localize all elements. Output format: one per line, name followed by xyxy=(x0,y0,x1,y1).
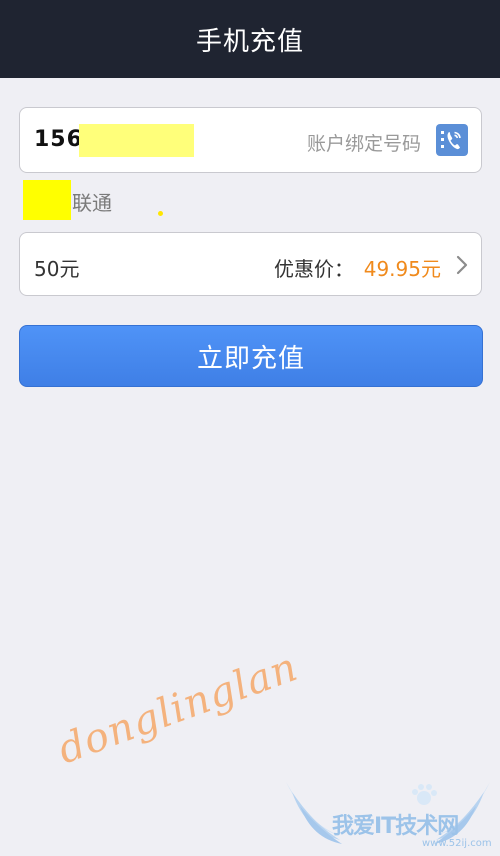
chevron-right-icon xyxy=(456,255,468,275)
carrier-province-redaction xyxy=(23,180,71,220)
signature-watermark: donglinglan xyxy=(52,644,304,774)
amount-selector[interactable]: 50元 优惠价： 49.95元 xyxy=(19,232,482,296)
redaction-dot xyxy=(158,211,163,216)
site-watermark-domain: www.52ij.com xyxy=(422,838,492,849)
phone-input-card[interactable]: 156 账户绑定号码 xyxy=(19,107,482,173)
site-watermark: 我爱IT技术网 www.52ij.com xyxy=(282,776,494,856)
recharge-amount: 50元 xyxy=(34,257,80,281)
recharge-now-button[interactable]: 立即充值 xyxy=(19,325,483,387)
bound-number-hint: 账户绑定号码 xyxy=(306,133,421,155)
phone-number-redaction xyxy=(79,124,194,157)
phone-number-prefix: 156 xyxy=(34,127,83,152)
discount-price-value: 49.95元 xyxy=(363,257,441,281)
discount-price-label: 优惠价： xyxy=(274,257,354,281)
title-bar: 手机充值 xyxy=(0,0,500,78)
recharge-now-label: 立即充值 xyxy=(196,343,305,374)
contact-phone-button[interactable] xyxy=(436,124,468,156)
site-watermark-name: 我爱IT技术网 xyxy=(332,814,459,839)
carrier-name: 联通 xyxy=(72,191,112,215)
contact-phone-icon xyxy=(441,131,461,150)
page-title: 手机充值 xyxy=(195,26,304,57)
